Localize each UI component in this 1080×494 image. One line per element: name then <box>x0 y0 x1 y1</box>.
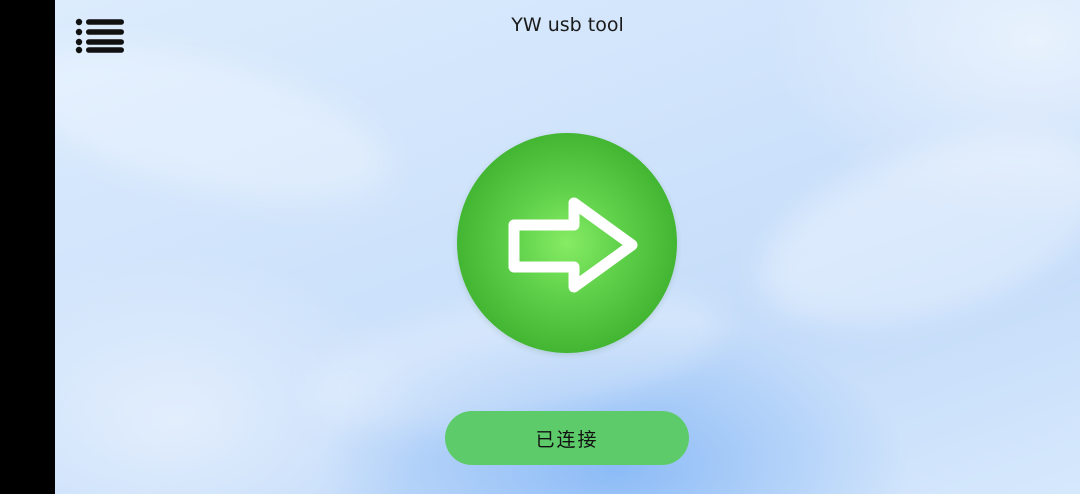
connection-status-button[interactable]: 已连接 <box>445 411 689 465</box>
connect-button[interactable] <box>457 133 677 353</box>
background-swirl <box>739 98 1080 362</box>
app-area: YW usb tool 已连接 <box>55 0 1080 494</box>
app-title: YW usb tool <box>511 14 624 36</box>
left-black-bar <box>0 0 55 494</box>
screen: YW usb tool 已连接 <box>0 0 1080 494</box>
arrow-right-icon <box>508 197 638 293</box>
